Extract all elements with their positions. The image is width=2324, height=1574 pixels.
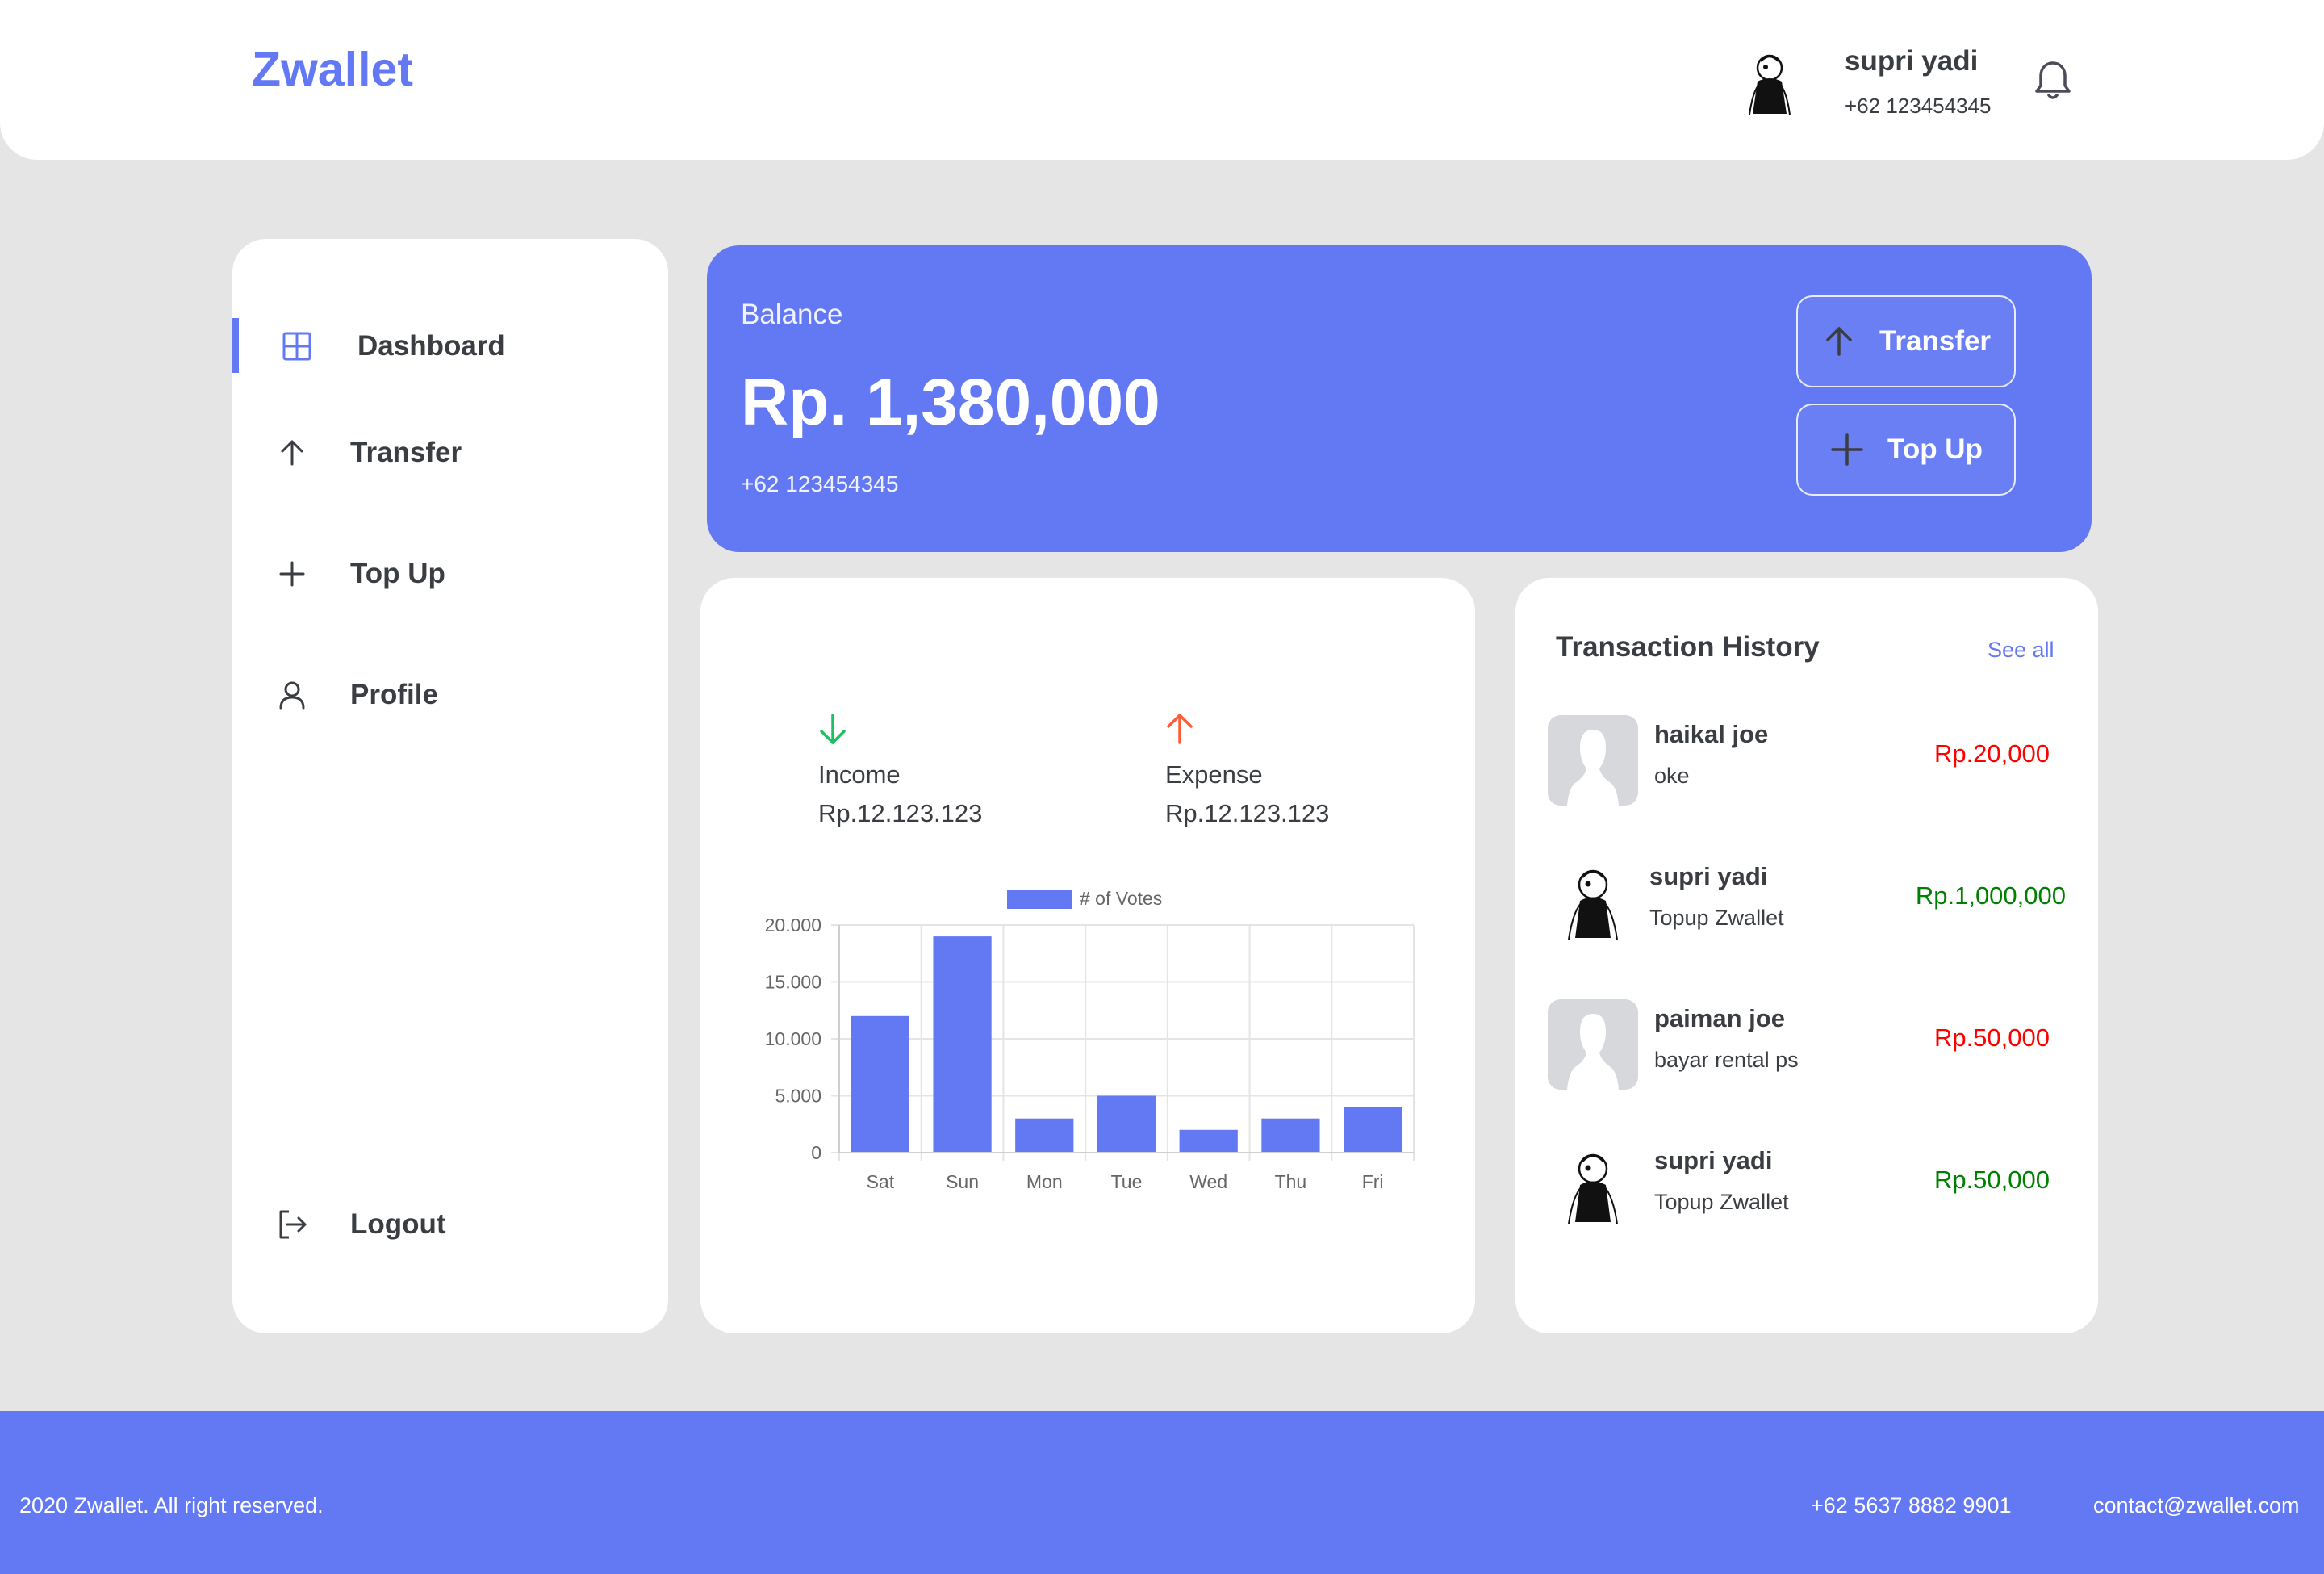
arrow-up-icon: [1167, 714, 1193, 744]
transaction-note: Topup Zwallet: [1654, 1190, 1789, 1214]
arrow-up-icon: [1826, 327, 1852, 356]
top-header: Zwallet supri yadi +62 123454345: [0, 0, 2324, 160]
brand-logo[interactable]: Zwallet: [252, 42, 413, 97]
plus-icon: [279, 561, 305, 587]
sidebar-item-topup[interactable]: Top Up: [232, 546, 668, 602]
transaction-amount: Rp.50,000: [1933, 1024, 2050, 1052]
income-value: Rp.12.123.123: [818, 799, 983, 827]
bell-icon[interactable]: [2032, 58, 2074, 103]
person-silhouette-icon: [1567, 730, 1619, 806]
chart-bar: [1015, 1118, 1074, 1153]
transfer-button[interactable]: Transfer: [1796, 295, 2016, 387]
avatar-illustration: [1568, 869, 1618, 940]
sidebar-item-label: Transfer: [350, 437, 462, 468]
grid-icon: [282, 332, 311, 361]
see-all-link[interactable]: See all: [1988, 638, 2054, 663]
y-tick-label: 20.000: [765, 915, 821, 936]
user-phone: +62 123454345: [1845, 94, 1992, 118]
sidebar-item-logout[interactable]: Logout: [232, 1196, 668, 1253]
income-chart-card: Income Rp.12.123.123 Expense Rp.12.123.1…: [700, 578, 1475, 1333]
avatar: [1548, 715, 1638, 806]
transaction-row[interactable]: supri yadi Topup Zwallet Rp.1,000,000: [1515, 857, 2098, 954]
transaction-note: bayar rental ps: [1654, 1048, 1799, 1072]
transaction-note: Topup Zwallet: [1649, 906, 1784, 930]
x-tick-label: Tue: [1111, 1171, 1143, 1192]
sidebar-item-label: Profile: [350, 679, 438, 710]
transaction-amount: Rp.20,000: [1933, 739, 2050, 768]
chart-bar: [851, 1015, 909, 1153]
y-tick-label: 0: [811, 1142, 821, 1163]
transaction-note: oke: [1654, 764, 1690, 788]
x-tick-label: Mon: [1026, 1171, 1063, 1192]
user-icon: [279, 681, 305, 710]
transaction-amount: Rp.50,000: [1933, 1166, 2050, 1194]
y-tick-label: 10.000: [765, 1028, 821, 1049]
balance-phone: +62 123454345: [741, 471, 899, 496]
sidebar-item-label: Dashboard: [357, 330, 505, 362]
avatar-illustration: [1568, 1153, 1618, 1224]
transaction-row[interactable]: paiman joe bayar rental ps Rp.50,000: [1515, 999, 2098, 1096]
chart-bar: [1179, 1129, 1238, 1153]
transaction-name: supri yadi: [1649, 862, 1768, 890]
arrow-down-icon: [820, 714, 846, 744]
footer-copyright: 2020 Zwallet. All right reserved.: [19, 1493, 324, 1517]
chart-bar: [1097, 1095, 1156, 1153]
plus-icon: [1831, 433, 1863, 466]
bar-chart: 0 5.000 10.000 15.000 20.000 Sat Sun Mon Tue Wed T…: [765, 888, 1415, 1192]
footer-phone[interactable]: +62 5637 8882 9901: [1811, 1493, 2012, 1518]
chart-bar: [1344, 1107, 1402, 1153]
sidebar-item-dashboard[interactable]: Dashboard: [232, 318, 668, 375]
expense-value: Rp.12.123.123: [1165, 799, 1330, 827]
topup-button-label: Top Up: [1887, 433, 1983, 465]
history-title: Transaction History: [1556, 631, 1820, 663]
chart-bar: [1261, 1118, 1320, 1153]
footer: 2020 Zwallet. All right reserved. +62 56…: [0, 1411, 2324, 1574]
transaction-name: haikal joe: [1654, 720, 1769, 748]
balance-label: Balance: [741, 299, 843, 330]
legend-label: # of Votes: [1080, 888, 1162, 909]
transaction-amount: Rp.1,000,000: [1915, 881, 2066, 910]
transaction-history-card: Transaction History See all haikal joe ok…: [1515, 578, 2098, 1333]
x-tick-label: Sun: [946, 1171, 979, 1192]
sidebar-item-profile[interactable]: Profile: [232, 667, 668, 723]
y-tick-label: 15.000: [765, 972, 821, 993]
x-tick-label: Fri: [1362, 1171, 1384, 1192]
income-label: Income: [818, 760, 901, 789]
sidebar-item-transfer[interactable]: Transfer: [232, 425, 668, 481]
avatar: [1548, 1141, 1638, 1232]
transaction-name: supri yadi: [1654, 1146, 1773, 1174]
avatar: [1548, 999, 1638, 1090]
transaction-name: paiman joe: [1654, 1004, 1785, 1032]
person-silhouette-icon: [1567, 1014, 1619, 1090]
avatar: [1548, 857, 1638, 948]
topup-button[interactable]: Top Up: [1796, 404, 2016, 496]
x-tick-label: Wed: [1189, 1171, 1227, 1192]
sidebar: Dashboard Transfer Top Up Profile Logout: [232, 239, 668, 1333]
legend-swatch: [1007, 890, 1072, 909]
logout-icon: [279, 1210, 307, 1239]
balance-amount: Rp. 1,380,000: [741, 366, 1160, 439]
user-name: supri yadi: [1845, 45, 1979, 77]
arrow-up-icon: [281, 440, 303, 466]
transfer-button-label: Transfer: [1879, 325, 1992, 357]
y-tick-label: 5.000: [775, 1086, 821, 1107]
transaction-row[interactable]: supri yadi Topup Zwallet Rp.50,000: [1515, 1141, 2098, 1238]
transaction-row[interactable]: haikal joe oke Rp.20,000: [1515, 715, 2098, 812]
sidebar-item-label: Logout: [350, 1208, 446, 1240]
x-tick-label: Sat: [867, 1171, 895, 1192]
user-avatar[interactable]: [1733, 45, 1806, 118]
chart-bar: [933, 936, 992, 1153]
balance-card: Balance Rp. 1,380,000 +62 123454345 Tran…: [707, 245, 2092, 552]
footer-email[interactable]: contact@zwallet.com: [2093, 1493, 2300, 1518]
expense-label: Expense: [1165, 760, 1263, 789]
sidebar-item-label: Top Up: [350, 558, 445, 589]
x-tick-label: Thu: [1275, 1171, 1307, 1192]
